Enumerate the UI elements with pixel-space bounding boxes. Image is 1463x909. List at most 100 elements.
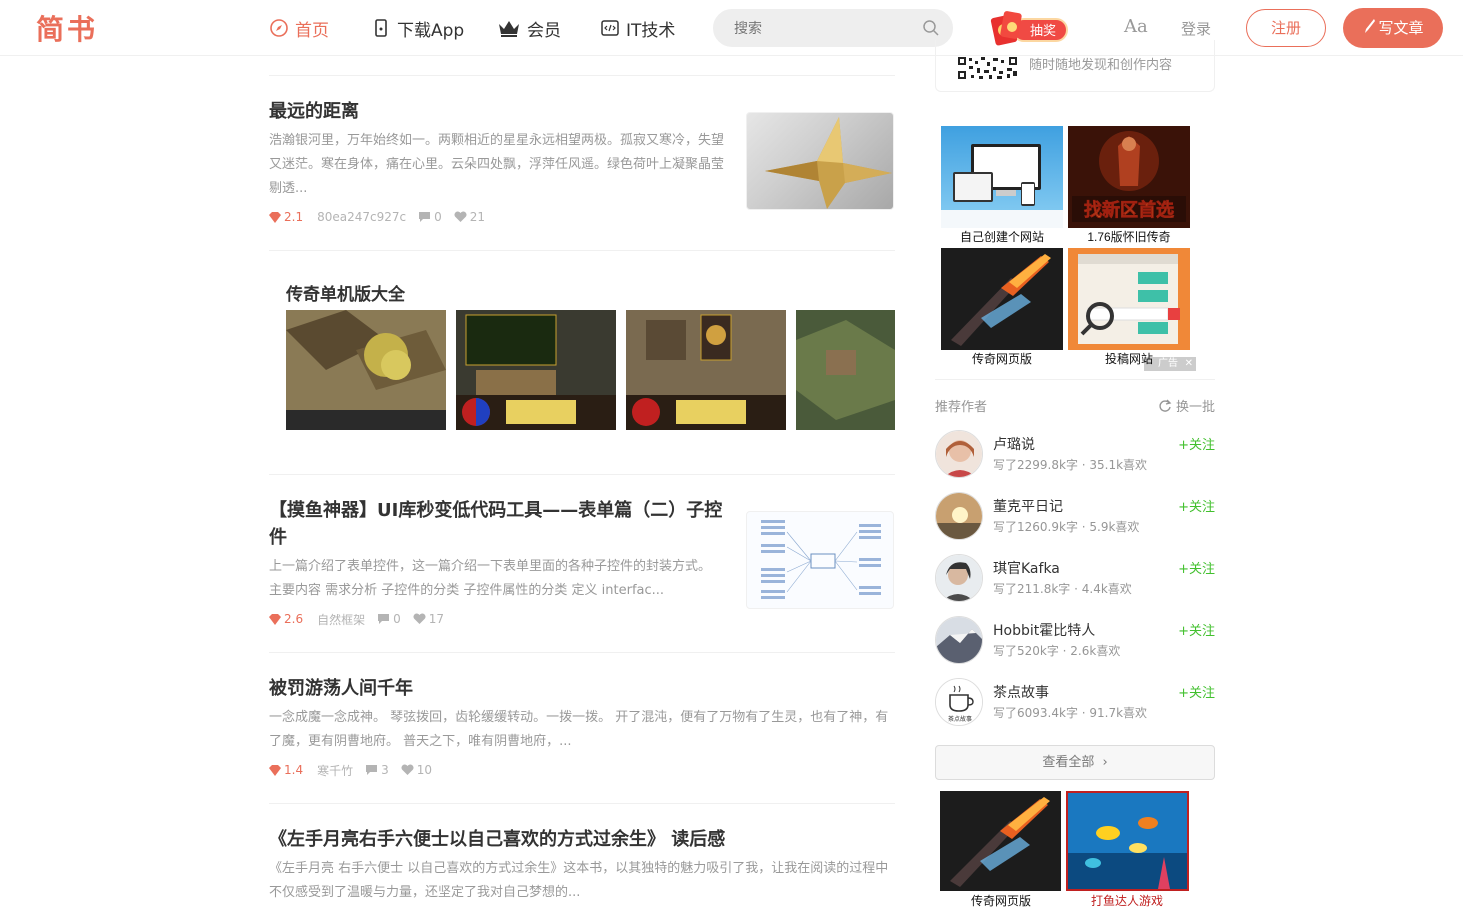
view-all-label: 查看全部 xyxy=(1042,755,1095,770)
article-author[interactable]: 80ea247c927c xyxy=(317,210,406,224)
follow-button[interactable]: +关注 xyxy=(1178,496,1215,515)
search-input[interactable] xyxy=(734,18,914,38)
gold-star-image xyxy=(765,117,892,209)
follow-button[interactable]: +关注 xyxy=(1178,434,1215,453)
qr-code-icon xyxy=(957,56,1019,80)
nav-member-label: 会员 xyxy=(527,20,561,41)
comment-icon xyxy=(366,765,378,775)
follow-button[interactable]: +关注 xyxy=(1178,620,1215,639)
author-name[interactable]: 董克平日记 xyxy=(993,496,1063,516)
side-ad-label[interactable]: 自己创建个网站 xyxy=(941,228,1063,245)
login-link[interactable]: 登录 xyxy=(1181,18,1211,39)
comment-value: 0 xyxy=(393,612,401,626)
comment-count[interactable]: 0 xyxy=(377,612,401,626)
article-abstract: 《左手月亮 右手六便士 以自己喜欢的方式过余生》这本书，以其独特的魅力吸引了我，… xyxy=(269,861,889,900)
side-ad-label[interactable]: 传奇网页版 xyxy=(941,350,1063,367)
avatar[interactable]: 茶点故事 xyxy=(935,678,983,726)
author-item: 琪官Kafka 写了211.8k字 · 4.4k喜欢 +关注 xyxy=(935,554,1215,602)
article-thumbnail[interactable] xyxy=(746,511,894,609)
search-icon[interactable] xyxy=(922,19,940,37)
game-screenshot[interactable] xyxy=(796,310,895,430)
side-ad-image[interactable] xyxy=(1068,248,1190,350)
avatar-caption: 茶点故事 xyxy=(948,715,972,723)
game-screenshot[interactable] xyxy=(626,310,786,430)
diamond-icon xyxy=(269,764,281,776)
article-author[interactable]: 自然框架 xyxy=(317,611,365,628)
game-screenshot[interactable] xyxy=(286,310,446,430)
mindmap-image xyxy=(761,520,881,599)
font-size-toggle[interactable]: Aa xyxy=(1124,16,1148,37)
author-name[interactable]: 茶点故事 xyxy=(993,682,1049,702)
game-screenshot[interactable] xyxy=(456,310,616,430)
follow-button[interactable]: +关注 xyxy=(1178,682,1215,701)
comment-icon xyxy=(419,212,431,222)
comment-count[interactable]: 3 xyxy=(365,763,389,777)
list-divider xyxy=(269,652,895,653)
diamond-score: 2.6 xyxy=(269,612,303,626)
avatar[interactable] xyxy=(935,492,983,540)
diamond-icon xyxy=(269,211,281,223)
side-ad-image[interactable]: 找新区首选 xyxy=(1068,126,1190,228)
side-ad-image[interactable] xyxy=(941,126,1063,228)
like-count: 17 xyxy=(413,612,444,626)
phone-icon xyxy=(371,18,391,38)
diamond-value: 1.4 xyxy=(284,763,304,777)
article-abstract: 一念成魔一念成神。 琴弦拨回，齿轮缓缓转动。一拨一拨。 开了混沌，便有了万物有了… xyxy=(269,710,889,749)
promo-text: 找新区首选 xyxy=(1084,199,1174,221)
nav-home[interactable]: 首页 xyxy=(269,15,329,41)
author-name[interactable]: 卢璐说 xyxy=(993,434,1035,454)
nav-it-tech[interactable]: IT技术 xyxy=(600,15,675,41)
compass-icon xyxy=(269,18,289,38)
author-name[interactable]: Hobbit霍比特人 xyxy=(993,620,1095,640)
view-all-authors-button[interactable]: 查看全部 › xyxy=(935,745,1215,780)
nav-member[interactable]: 会员 xyxy=(497,15,561,41)
side-ad-image[interactable] xyxy=(941,248,1063,350)
article-item: 【摸鱼神器】UI库秒变低代码工具——表单篇（二）子控件 上一篇介绍了表单控件，这… xyxy=(269,497,727,627)
sidebar-divider xyxy=(935,379,1215,380)
ad-block-title[interactable]: 传奇单机版大全 xyxy=(286,280,405,305)
author-stats: 写了1260.9k字 · 5.9k喜欢 xyxy=(993,520,1140,534)
side-ad-image[interactable] xyxy=(940,791,1061,891)
author-item: 董克平日记 写了1260.9k字 · 5.9k喜欢 +关注 xyxy=(935,492,1215,540)
like-value: 21 xyxy=(469,210,486,224)
side-ad-label[interactable]: 1.76版怀旧传奇 xyxy=(1068,228,1190,245)
side-ad-image[interactable] xyxy=(1066,791,1189,891)
follow-button[interactable]: +关注 xyxy=(1178,558,1215,577)
list-divider xyxy=(269,803,895,804)
chevron-right-icon: › xyxy=(1102,755,1108,770)
heart-icon xyxy=(401,764,414,775)
article-author[interactable]: 寒千竹 xyxy=(317,762,353,779)
article-thumbnail[interactable] xyxy=(746,112,894,210)
article-item: 最远的距离 浩瀚银河里，万年始终如一。两颗相近的星星永远相望两极。孤寂又寒冷，失… xyxy=(269,98,727,225)
side-ad-label[interactable]: 打鱼达人游戏 xyxy=(1066,892,1188,909)
list-divider xyxy=(269,474,895,475)
article-title[interactable]: 最远的距离 xyxy=(269,98,727,125)
author-item: 茶点故事 茶点故事 写了6093.4k字 · 91.7k喜欢 +关注 xyxy=(935,678,1215,726)
ad-badge[interactable]: 广告 ✕ xyxy=(1144,357,1196,371)
article-item: 《左手月亮右手六便士以自己喜欢的方式过余生》 读后感 《左手月亮 右手六便士 以… xyxy=(269,826,895,905)
comment-count[interactable]: 0 xyxy=(418,210,442,224)
avatar[interactable] xyxy=(935,430,983,478)
avatar[interactable] xyxy=(935,616,983,664)
author-item: Hobbit霍比特人 写了520k字 · 2.6k喜欢 +关注 xyxy=(935,616,1215,664)
refresh-button[interactable]: 换一批 xyxy=(1158,396,1215,415)
avatar[interactable] xyxy=(935,554,983,602)
nav-download-app[interactable]: 下载App xyxy=(371,15,464,41)
side-ad-label[interactable]: 传奇网页版 xyxy=(940,892,1062,909)
close-icon[interactable]: ✕ xyxy=(1185,357,1193,371)
diamond-value: 2.1 xyxy=(284,210,304,224)
article-title[interactable]: 【摸鱼神器】UI库秒变低代码工具——表单篇（二）子控件 xyxy=(269,497,727,551)
author-stats: 写了2299.8k字 · 35.1k喜欢 xyxy=(993,458,1148,472)
author-name[interactable]: 琪官Kafka xyxy=(993,558,1060,578)
heart-icon xyxy=(413,613,426,624)
signup-button[interactable]: 注册 xyxy=(1246,9,1326,47)
jianshu-logo[interactable]: 简书 xyxy=(36,8,98,48)
heart-icon xyxy=(454,211,467,222)
ad-badge-label: 广告 xyxy=(1158,358,1178,369)
diamond-icon xyxy=(269,613,281,625)
article-title[interactable]: 被罚游荡人间千年 xyxy=(269,675,895,702)
write-article-button[interactable]: 写文章 xyxy=(1343,8,1443,48)
comment-value: 3 xyxy=(381,763,389,777)
nav-download-app-label: 下载App xyxy=(397,20,465,41)
article-title[interactable]: 《左手月亮右手六便士以自己喜欢的方式过余生》 读后感 xyxy=(269,826,895,853)
